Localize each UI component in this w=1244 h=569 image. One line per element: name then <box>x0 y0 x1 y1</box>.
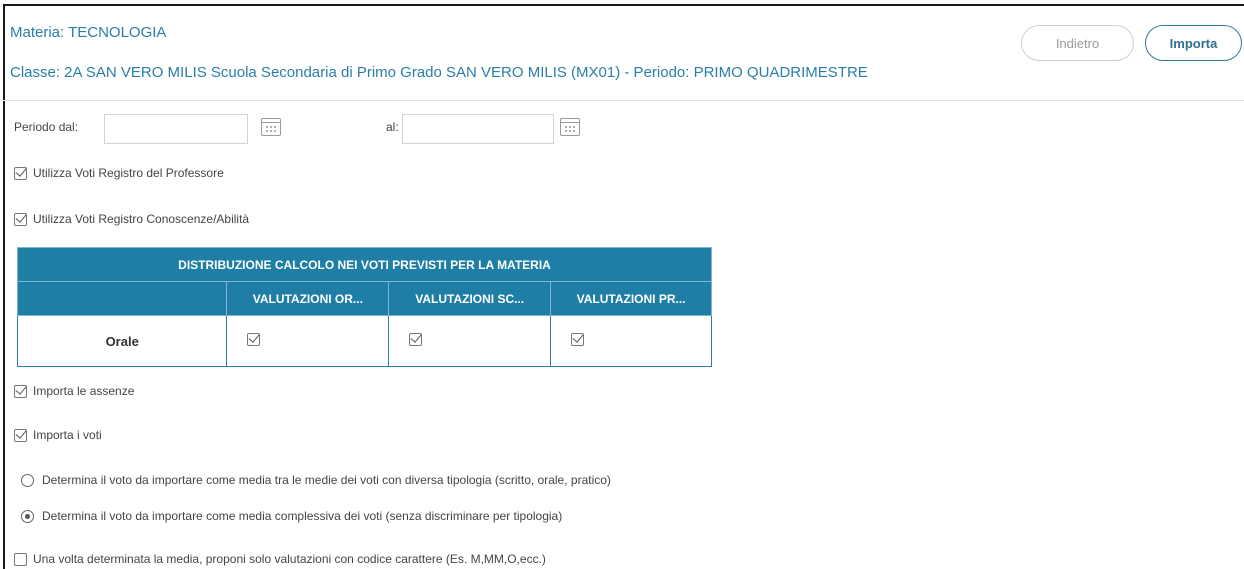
cell-practical <box>550 315 712 367</box>
row-label-orale: Orale <box>16 315 228 367</box>
import-absences-label: Importa le assenze <box>33 384 135 398</box>
use-knowledge-register-label: Utilizza Voti Registro Conoscenze/Abilit… <box>33 212 250 226</box>
use-knowledge-register-checkbox[interactable] <box>14 212 27 226</box>
period-from-input[interactable] <box>104 114 248 144</box>
column-header-empty <box>16 281 228 316</box>
calc-mode-overall-option[interactable]: Determina il voto da importare come medi… <box>21 509 562 523</box>
column-header-practical: VALUTAZIONI PR... <box>550 281 712 316</box>
use-teacher-register-checkbox[interactable] <box>14 166 27 180</box>
column-header-written: VALUTAZIONI SC... <box>388 281 552 316</box>
use-teacher-register-option[interactable]: Utilizza Voti Registro del Professore <box>14 166 224 180</box>
calc-mode-by-type-label: Determina il voto da importare come medi… <box>42 473 611 487</box>
propose-char-codes-label: Una volta determinata la media, proponi … <box>33 552 546 566</box>
column-header-oral: VALUTAZIONI OR... <box>226 281 390 316</box>
subject-title: Materia: TECNOLOGIA <box>10 24 167 41</box>
calc-mode-overall-label: Determina il voto da importare come medi… <box>42 509 563 523</box>
period-from-label: Periodo dal: <box>14 120 79 134</box>
calc-mode-by-type-option[interactable]: Determina il voto da importare come medi… <box>21 473 611 487</box>
class-period-title: Classe: 2A SAN VERO MILIS Scuola Seconda… <box>10 64 868 81</box>
period-to-input[interactable] <box>402 114 554 144</box>
calc-mode-by-type-radio[interactable] <box>21 473 34 487</box>
period-to-label: al: <box>386 120 399 134</box>
header-divider <box>3 100 1244 101</box>
import-grades-label: Importa i voti <box>33 428 102 442</box>
import-grades-option[interactable]: Importa i voti <box>14 428 102 442</box>
calendar-from-icon[interactable] <box>261 118 281 136</box>
cell-oral <box>226 315 390 367</box>
distribution-table: DISTRIBUZIONE CALCOLO NEI VOTI PREVISTI … <box>16 247 712 367</box>
calc-mode-overall-radio[interactable] <box>21 509 34 523</box>
import-absences-checkbox[interactable] <box>14 384 27 398</box>
import-grades-checkbox[interactable] <box>14 428 27 442</box>
use-knowledge-register-option[interactable]: Utilizza Voti Registro Conoscenze/Abilit… <box>14 212 249 226</box>
back-button[interactable]: Indietro <box>1021 25 1134 61</box>
written-checkbox[interactable] <box>409 333 423 346</box>
propose-char-codes-option[interactable]: Una volta determinata la media, proponi … <box>14 552 546 566</box>
table-row: Orale <box>16 315 712 367</box>
propose-char-codes-checkbox[interactable] <box>14 552 27 566</box>
oral-checkbox[interactable] <box>247 333 261 346</box>
calendar-to-icon[interactable] <box>560 118 580 136</box>
import-absences-option[interactable]: Importa le assenze <box>14 384 134 398</box>
practical-checkbox[interactable] <box>571 333 585 346</box>
cell-written <box>388 315 552 367</box>
import-button[interactable]: Importa <box>1145 25 1242 61</box>
distribution-table-title: DISTRIBUZIONE CALCOLO NEI VOTI PREVISTI … <box>17 247 712 282</box>
use-teacher-register-label: Utilizza Voti Registro del Professore <box>33 166 224 180</box>
